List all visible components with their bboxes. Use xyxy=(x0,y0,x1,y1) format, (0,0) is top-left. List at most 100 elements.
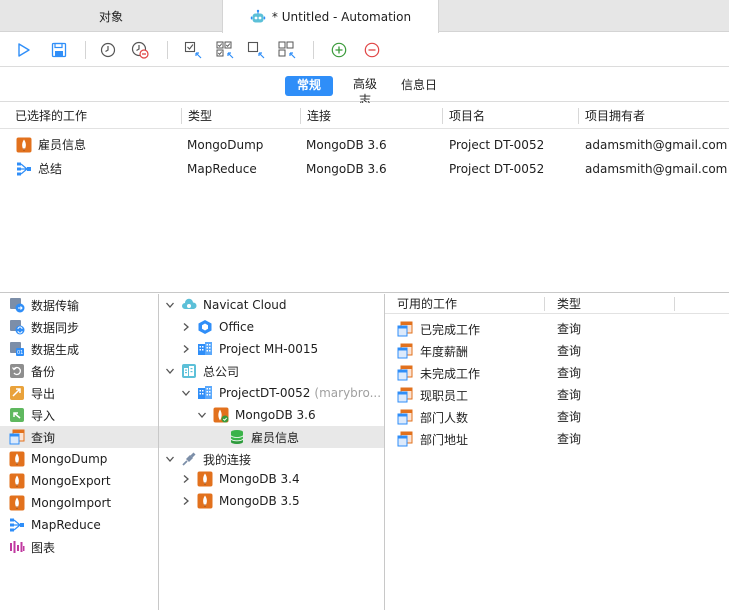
tree-label: 雇员信息 xyxy=(251,430,300,445)
tab-automation[interactable]: * Untitled - Automation xyxy=(222,0,439,33)
category-mongoimport[interactable]: MongoImport xyxy=(0,492,158,514)
select-all-icon[interactable] xyxy=(184,41,202,59)
category-import[interactable]: 导入 xyxy=(0,404,158,426)
tab-general[interactable]: 常规 xyxy=(285,76,333,96)
category-mongodump[interactable]: MongoDump xyxy=(0,448,158,470)
available-job-name-cell: 未完成工作 xyxy=(397,362,480,384)
tab-bar: 对象 * Untitled - Automation xyxy=(0,0,729,33)
export-icon xyxy=(10,386,24,400)
chevron-down-icon[interactable] xyxy=(165,366,175,376)
tree-node-my-connections[interactable]: 我的连接 xyxy=(159,448,384,470)
mongodb-icon xyxy=(197,471,213,487)
add-icon[interactable] xyxy=(330,41,348,59)
data-transfer-icon xyxy=(10,298,25,313)
tree-node-navicat-cloud[interactable]: Navicat Cloud xyxy=(159,294,384,316)
tree-label: Office xyxy=(219,320,255,334)
chevron-right-icon[interactable] xyxy=(181,496,191,506)
chevron-down-icon[interactable] xyxy=(165,300,175,310)
tree-node-mongodb34[interactable]: MongoDB 3.4 xyxy=(159,468,384,490)
list-item[interactable]: 年度薪酬 查询 xyxy=(385,340,729,362)
tree-node-employee-info[interactable]: 雇员信息 xyxy=(159,426,384,448)
toolbar xyxy=(0,33,729,67)
chevron-down-icon[interactable] xyxy=(181,388,191,398)
column-header-selected-jobs[interactable]: 已选择的工作 xyxy=(9,103,87,129)
chevron-right-icon[interactable] xyxy=(181,474,191,484)
category-export[interactable]: 导出 xyxy=(0,382,158,404)
save-icon[interactable] xyxy=(50,41,68,59)
delete-schedule-icon[interactable] xyxy=(131,41,149,59)
available-job-type: 查询 xyxy=(557,366,582,380)
query-icon xyxy=(9,429,25,445)
tree-node-mongodb35[interactable]: MongoDB 3.5 xyxy=(159,490,384,512)
category-query[interactable]: 查询 xyxy=(0,426,158,448)
data-sync-icon xyxy=(10,320,25,335)
job-connection: MongoDB 3.6 xyxy=(306,162,387,176)
column-header-type[interactable]: 类型 xyxy=(182,103,212,129)
table-row[interactable]: 雇员信息 MongoDump MongoDB 3.6 Project DT-00… xyxy=(0,133,729,157)
job-connection: MongoDB 3.6 xyxy=(306,138,387,152)
query-icon xyxy=(397,343,413,359)
category-label: 导出 xyxy=(31,386,56,401)
available-job-name: 年度薪酬 xyxy=(420,344,469,359)
category-label: 数据生成 xyxy=(31,342,80,357)
job-project: Project DT-0052 xyxy=(449,138,545,152)
category-mapreduce[interactable]: MapReduce xyxy=(0,514,158,536)
play-icon[interactable] xyxy=(15,41,33,59)
available-job-type: 查询 xyxy=(557,344,582,358)
select-all-move-icon[interactable] xyxy=(216,41,234,59)
chevron-down-icon[interactable] xyxy=(197,410,207,420)
deselect-icon[interactable] xyxy=(247,41,265,59)
available-job-type: 查询 xyxy=(557,410,582,424)
list-item[interactable]: 已完成工作 查询 xyxy=(385,318,729,340)
category-chart[interactable]: 图表 xyxy=(0,536,158,558)
available-job-name-cell: 现职员工 xyxy=(397,384,468,406)
tree-owner-label: (marybro... xyxy=(314,386,382,400)
chevron-down-icon[interactable] xyxy=(165,454,175,464)
table-row[interactable]: 总结 MapReduce MongoDB 3.6 Project DT-0052… xyxy=(0,157,729,181)
category-backup[interactable]: 备份 xyxy=(0,360,158,382)
deselect-all-icon[interactable] xyxy=(278,41,296,59)
import-icon xyxy=(10,408,24,422)
connection-tree: Navicat Cloud Office Project MH-0015 总公司… xyxy=(159,294,385,610)
available-jobs-header: 可用的工作 类型 xyxy=(385,294,729,314)
job-name: 总结 xyxy=(38,162,63,176)
tab-log[interactable]: 信息日 xyxy=(397,76,441,96)
query-icon xyxy=(397,365,413,381)
column-divider[interactable] xyxy=(544,297,545,311)
category-data-transfer[interactable]: 数据传输 xyxy=(0,294,158,316)
toolbar-separator xyxy=(313,41,314,59)
job-name: 雇员信息 xyxy=(38,138,87,152)
chevron-right-icon[interactable] xyxy=(181,322,191,332)
tree-label: MongoDB 3.4 xyxy=(219,472,300,486)
column-header-project-name[interactable]: 项目名 xyxy=(443,103,485,129)
column-header-connection[interactable]: 连接 xyxy=(301,103,331,129)
tree-node-company[interactable]: 总公司 xyxy=(159,360,384,382)
job-project: Project DT-0052 xyxy=(449,162,545,176)
category-mongoexport[interactable]: MongoExport xyxy=(0,470,158,492)
tab-advanced[interactable]: 高级 志 xyxy=(349,76,381,107)
cloud-icon xyxy=(182,298,197,309)
tree-node-mongodb36[interactable]: MongoDB 3.6 xyxy=(159,404,384,426)
tree-label: Navicat Cloud xyxy=(203,298,287,312)
category-data-sync[interactable]: 数据同步 xyxy=(0,316,158,338)
schedule-icon[interactable] xyxy=(99,41,117,59)
tree-node-project-mh[interactable]: Project MH-0015 xyxy=(159,338,384,360)
chevron-right-icon[interactable] xyxy=(181,344,191,354)
list-item[interactable]: 未完成工作 查询 xyxy=(385,362,729,384)
mongodb-connected-icon xyxy=(213,407,229,423)
list-item[interactable]: 现职员工 查询 xyxy=(385,384,729,406)
column-header-project-owner[interactable]: 项目拥有者 xyxy=(579,103,645,129)
column-header-type[interactable]: 类型 xyxy=(557,294,581,314)
column-divider[interactable] xyxy=(674,297,675,311)
job-owner: adamsmith@gmail.com xyxy=(585,162,728,176)
tree-node-project-dt[interactable]: ProjectDT-0052 (marybro... xyxy=(159,382,384,404)
tree-node-office[interactable]: Office xyxy=(159,316,384,338)
available-job-name-cell: 部门人数 xyxy=(397,406,468,428)
column-header-available-jobs[interactable]: 可用的工作 xyxy=(397,294,457,314)
remove-icon[interactable] xyxy=(363,41,381,59)
category-label: 备份 xyxy=(31,364,56,379)
list-item[interactable]: 部门地址 查询 xyxy=(385,428,729,450)
tab-objects[interactable]: 对象 xyxy=(0,0,222,32)
list-item[interactable]: 部门人数 查询 xyxy=(385,406,729,428)
category-data-generation[interactable]: 01 数据生成 xyxy=(0,338,158,360)
